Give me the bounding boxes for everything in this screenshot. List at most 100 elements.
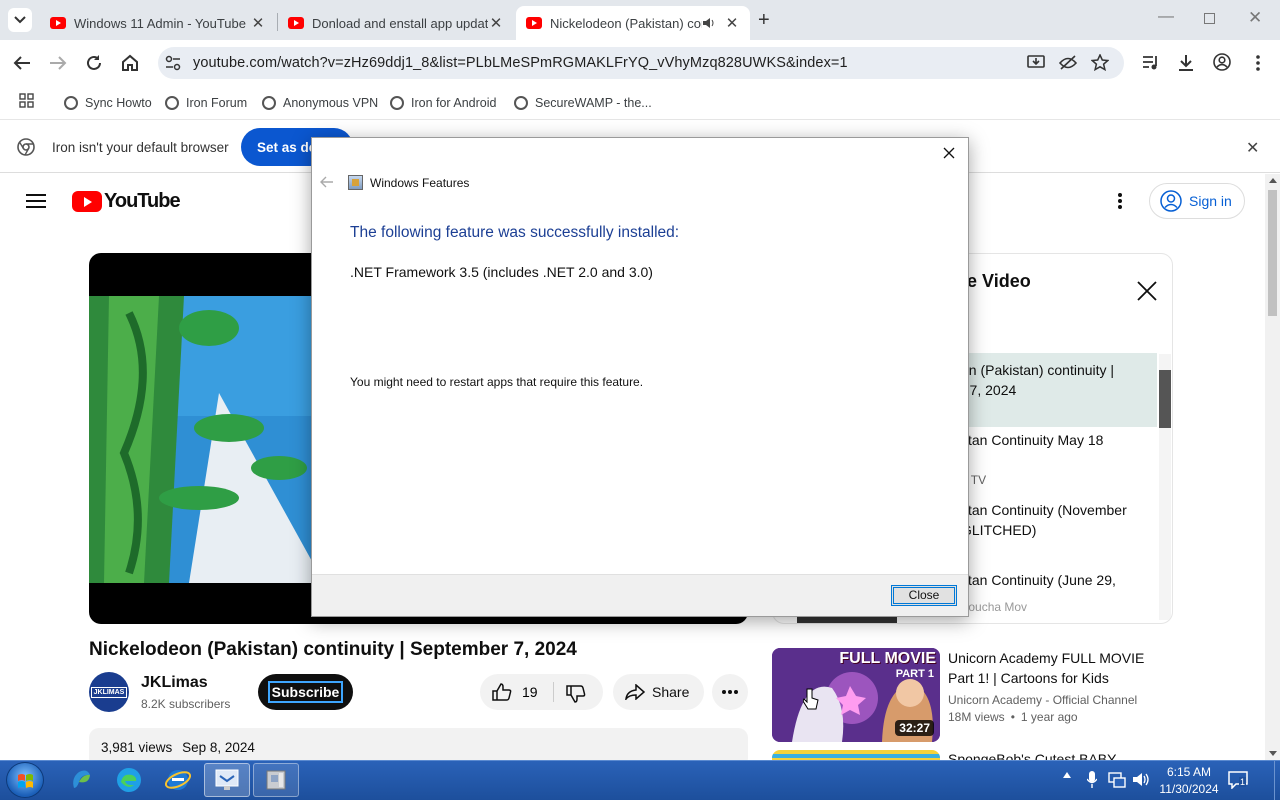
view-count: 3,981 views (101, 740, 173, 755)
show-desktop-button[interactable] (1274, 761, 1280, 800)
close-tab-icon[interactable]: ✕ (488, 14, 504, 32)
bookmark-star-icon[interactable] (1091, 54, 1109, 71)
recommended-thumb-2[interactable] (772, 750, 940, 760)
dialog-close-action[interactable]: Close (891, 585, 957, 606)
home-icon[interactable] (121, 54, 139, 71)
tab-title: Nickelodeon (Pakistan) cont (550, 15, 702, 31)
microphone-icon[interactable] (1087, 771, 1097, 788)
bookmark-sync-howto[interactable]: Sync Howto (64, 92, 152, 114)
hamburger-menu-icon[interactable] (26, 193, 46, 209)
recommended-thumb[interactable]: FULL MOVIE PART 1 32:27 (772, 648, 940, 742)
install-app-icon[interactable] (1027, 54, 1045, 71)
taskbar-windows-features[interactable] (253, 763, 299, 797)
windows-logo-icon (18, 774, 33, 788)
playlist-item[interactable]: stan Continuity (November GLITCHED) k (961, 500, 1151, 557)
tab-windows-admin[interactable]: Windows 11 Admin - YouTube ✕ (40, 6, 276, 40)
network-icon[interactable] (1108, 772, 1126, 788)
youtube-favicon-icon (526, 17, 542, 29)
playlist-scrollbar[interactable] (1159, 354, 1171, 620)
bookmark-anonymous-vpn[interactable]: Anonymous VPN (262, 92, 378, 114)
infobar-message: Iron isn't your default browser (52, 140, 229, 155)
audio-playing-icon[interactable] (702, 17, 716, 29)
thumbs-down-icon[interactable] (566, 685, 586, 703)
clock-time[interactable]: 6:15 AM (1164, 765, 1214, 779)
new-tab-button[interactable]: + (758, 9, 770, 32)
recommended-title-2[interactable]: SpongeBob's Cutest BABY (948, 748, 1116, 760)
globe-icon (165, 96, 179, 110)
internet-explorer-icon (165, 770, 191, 790)
channel-name[interactable]: JKLimas (141, 674, 208, 692)
taskbar-ie[interactable] (155, 763, 201, 797)
browser-menu-icon[interactable] (1255, 54, 1261, 72)
server-manager-icon (215, 769, 239, 790)
playlist-item[interactable]: on (Pakistan) continuity | r 7, 2024 (961, 360, 1151, 400)
tab-search-button[interactable] (8, 8, 32, 32)
tab-title: Windows 11 Admin - YouTube (74, 15, 246, 31)
show-hidden-icons[interactable] (1063, 772, 1071, 778)
site-info-icon[interactable] (165, 55, 181, 71)
globe-icon (262, 96, 276, 110)
sign-in-button[interactable]: Sign in (1149, 183, 1245, 219)
close-tab-icon[interactable]: ✕ (724, 14, 740, 32)
recommended-title-line2: Part 1! | Cartoons for Kids (948, 670, 1109, 686)
tab-download-updates[interactable]: Donload and enstall app updat ✕ (278, 6, 514, 40)
restore-button[interactable] (1204, 13, 1215, 24)
more-actions-button[interactable] (712, 674, 748, 710)
reload-icon[interactable] (85, 54, 103, 72)
youtube-logo[interactable]: YouTube (72, 190, 181, 213)
upload-date: Sep 8, 2024 (182, 740, 255, 755)
globe-icon (514, 96, 528, 110)
volume-icon[interactable] (1132, 772, 1149, 787)
close-tab-icon[interactable]: ✕ (250, 14, 266, 32)
subscribe-button[interactable]: Subscribe (258, 674, 353, 710)
taskbar-iron-browser[interactable] (58, 763, 104, 797)
youtube-play-icon (72, 191, 102, 212)
share-button[interactable]: Share (613, 674, 704, 710)
taskbar-edge[interactable] (106, 763, 152, 797)
bookmark-iron-forum[interactable]: Iron Forum (165, 92, 247, 114)
recommended-info[interactable]: Unicorn Academy FULL MOVIE Part 1! | Car… (948, 648, 1158, 724)
recommended-channel: Unicorn Academy - Official Channel (948, 693, 1138, 707)
recommended-age: 1 year ago (1020, 710, 1078, 724)
notification-center[interactable]: 1 (1228, 771, 1248, 789)
window-close-button[interactable]: ✕ (1248, 8, 1262, 28)
dialog-footer (312, 574, 968, 616)
tab-nickelodeon[interactable]: Nickelodeon (Pakistan) cont ✕ (516, 6, 750, 40)
eye-off-icon[interactable] (1059, 54, 1077, 71)
profile-icon[interactable] (1213, 53, 1231, 71)
chrome-logo-icon (17, 138, 35, 156)
thumb-subtitle-text: PART 1 (895, 668, 934, 680)
dialog-close-button[interactable] (938, 142, 960, 164)
edge-icon (117, 768, 141, 792)
media-controls-icon[interactable] (1142, 55, 1160, 70)
back-icon[interactable] (13, 55, 31, 71)
thumbs-up-icon (492, 683, 512, 701)
like-button[interactable]: 19 (492, 683, 538, 701)
globe-icon (390, 96, 404, 110)
dialog-heading: The following feature was successfully i… (350, 224, 680, 241)
duration-badge: 32:27 (895, 720, 934, 736)
chevron-down-icon (14, 16, 26, 24)
playlist-item[interactable]: stan Continuity (June 29, Voucha Mov (961, 570, 1151, 614)
close-panel-icon[interactable] (1137, 281, 1157, 301)
start-button[interactable] (6, 762, 44, 798)
close-icon (943, 147, 955, 159)
more-horizontal-icon (722, 690, 738, 694)
dialog-back-icon[interactable] (320, 176, 334, 188)
notification-count: 1 (1239, 777, 1247, 787)
clock-date[interactable]: 11/30/2024 (1153, 782, 1225, 796)
bookmark-securewamp[interactable]: SecureWAMP - the... (514, 92, 652, 114)
globe-icon (64, 96, 78, 110)
forward-icon[interactable] (49, 55, 67, 71)
more-options-icon[interactable] (1117, 192, 1123, 210)
page-scrollbar[interactable] (1265, 174, 1280, 760)
apps-grid-icon[interactable] (19, 93, 34, 108)
bookmark-iron-android[interactable]: Iron for Android (390, 92, 496, 114)
channel-avatar[interactable]: JKLIMAS (89, 672, 129, 712)
minimize-button[interactable]: — (1158, 8, 1174, 26)
download-icon[interactable] (1177, 54, 1195, 71)
infobar-close-icon[interactable]: ✕ (1246, 138, 1259, 158)
playlist-item[interactable]: stan Continuity May 18 e TV (961, 430, 1151, 487)
taskbar-server-manager[interactable] (204, 763, 250, 797)
url-text: youtube.com/watch?v=zHz69ddj1_8&list=PLb… (193, 55, 848, 71)
